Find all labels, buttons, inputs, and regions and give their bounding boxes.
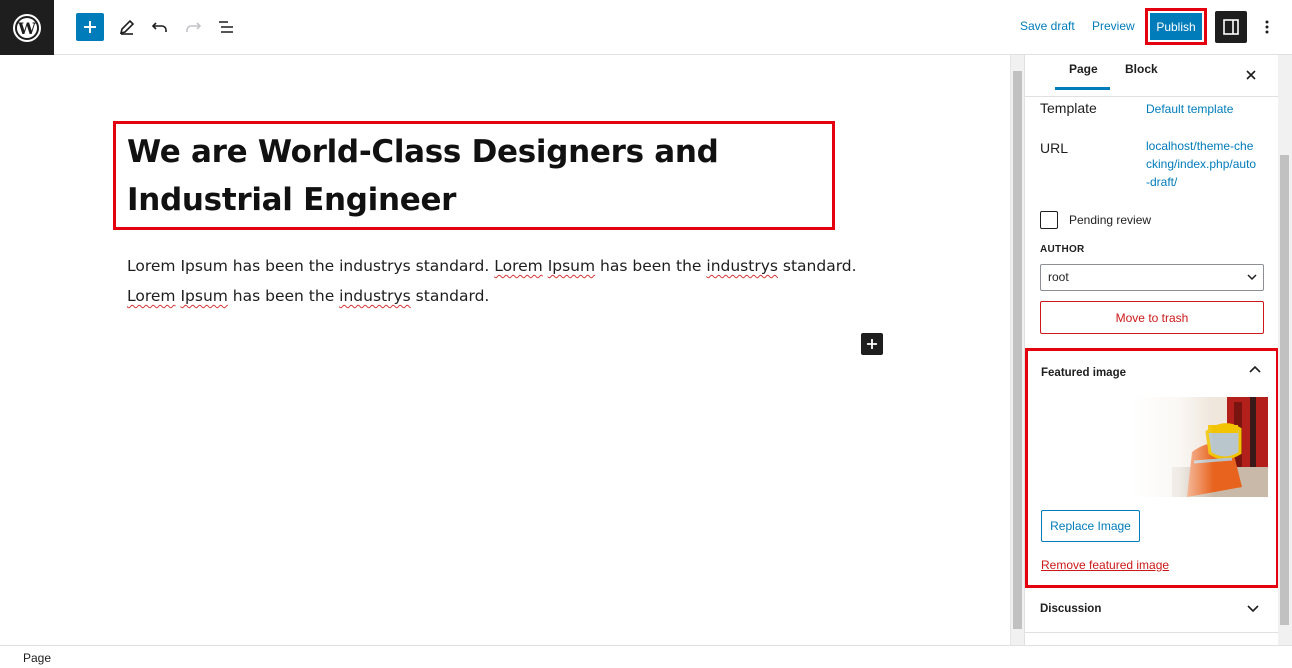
misspelled-word: Lorem — [494, 257, 543, 275]
url-link[interactable]: localhost/theme-checking/index.php/auto-… — [1146, 137, 1258, 191]
template-label: Template — [1040, 100, 1097, 116]
featured-image-title[interactable]: Featured image — [1041, 367, 1126, 379]
settings-sidebar-icon[interactable] — [1215, 11, 1247, 43]
paragraph-block[interactable]: Lorem Ipsum has been the industrys stand… — [127, 251, 867, 311]
preview-button[interactable]: Preview — [1092, 19, 1135, 33]
pending-review-label[interactable]: Pending review — [1069, 213, 1151, 227]
chevron-down-icon[interactable] — [1246, 603, 1260, 613]
publish-button[interactable]: Publish — [1150, 13, 1202, 40]
block-inserter-button[interactable] — [861, 333, 883, 355]
misspelled-word: Ipsum — [180, 287, 228, 305]
pending-review-checkbox[interactable] — [1040, 211, 1058, 229]
editor-canvas[interactable]: We are World-Class Designers and Industr… — [0, 55, 1010, 645]
featured-image-panel: Featured image Replace Image Remove feat — [1025, 348, 1279, 588]
misspelled-word: industrys — [339, 287, 411, 305]
redo-icon[interactable] — [179, 13, 207, 41]
template-link[interactable]: Default template — [1146, 100, 1261, 118]
chevron-up-icon[interactable] — [1248, 365, 1262, 375]
tab-page[interactable]: Page — [1069, 62, 1098, 76]
misspelled-word: Ipsum — [547, 257, 596, 275]
remove-featured-image-link[interactable]: Remove featured image — [1041, 558, 1169, 572]
close-icon[interactable] — [1243, 67, 1259, 83]
chevron-down-icon — [1247, 274, 1257, 281]
save-draft-button[interactable]: Save draft — [1020, 19, 1075, 33]
publish-highlight: Publish — [1145, 8, 1207, 45]
discussion-title[interactable]: Discussion — [1040, 603, 1101, 615]
active-tab-indicator — [1055, 87, 1110, 90]
pencil-icon[interactable] — [113, 13, 141, 41]
misspelled-word: industrys — [706, 257, 778, 275]
paragraph-text: has been the — [227, 287, 340, 305]
discussion-panel[interactable]: Discussion — [1025, 588, 1279, 633]
misspelled-word: Lorem — [127, 287, 176, 305]
editor-toolbar: W Save draft Preview Publish — [0, 0, 1292, 55]
paragraph-text: standard. — [777, 257, 857, 275]
author-label: AUTHOR — [1040, 244, 1085, 255]
author-value: root — [1048, 270, 1069, 284]
editor-scrollbar[interactable] — [1010, 55, 1024, 645]
add-block-button[interactable] — [76, 13, 104, 41]
featured-image-thumbnail[interactable] — [1132, 397, 1268, 497]
paragraph-text: has been the — [595, 257, 707, 275]
svg-text:W: W — [17, 19, 37, 38]
paragraph-text: Lorem Ipsum has been the industrys stand… — [127, 257, 495, 275]
sidebar-tabs: Page Block — [1025, 55, 1279, 97]
url-label: URL — [1040, 140, 1069, 156]
list-view-icon[interactable] — [212, 13, 240, 41]
sidebar-scrollbar[interactable] — [1278, 55, 1292, 645]
author-select[interactable]: root — [1040, 264, 1264, 291]
undo-icon[interactable] — [146, 13, 174, 41]
tab-block[interactable]: Block — [1125, 62, 1158, 76]
status-footer: Page — [0, 645, 1292, 668]
replace-image-button[interactable]: Replace Image — [1041, 510, 1140, 542]
title-highlight: We are World-Class Designers and Industr… — [113, 121, 835, 230]
post-title[interactable]: We are World-Class Designers and Industr… — [127, 128, 821, 224]
wordpress-logo-icon[interactable]: W — [0, 0, 54, 55]
settings-sidebar: Page Block Template Default template URL… — [1024, 55, 1279, 645]
move-to-trash-button[interactable]: Move to trash — [1040, 301, 1264, 334]
more-options-icon[interactable] — [1258, 14, 1276, 40]
paragraph-text: standard. — [410, 287, 490, 305]
breadcrumb[interactable]: Page — [23, 651, 51, 665]
